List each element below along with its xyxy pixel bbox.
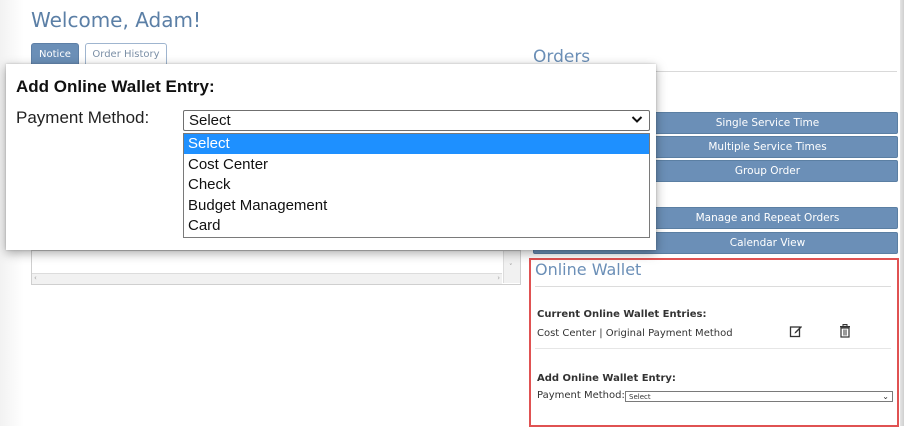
horizontal-scrollbar[interactable]: ‹ › [32,273,502,284]
payment-method-select-value: Select [189,112,231,129]
popup-payment-method-label: Payment Method: [16,108,150,127]
add-wallet-entry-zoom-popup: Add Online Wallet Entry: Payment Method:… [6,64,656,250]
welcome-heading: Welcome, Adam! [31,8,201,32]
online-wallet-divider [535,286,891,287]
payment-method-select-small-value: Select [629,393,651,401]
edit-icon-graphic [789,326,802,338]
scroll-left-icon[interactable]: ‹ [34,274,37,282]
chevron-down-icon: ⌄ [882,392,889,401]
payment-method-label: Payment Method: [537,390,625,401]
payment-method-select[interactable]: Select [183,110,650,131]
chevron-down-icon [631,112,643,130]
vertical-scrollbar[interactable]: ˅ [503,251,520,283]
popup-title: Add Online Wallet Entry: [16,77,215,96]
current-entries-heading: Current Online Wallet Entries: [537,309,707,320]
chevron-down-icon-graphic [631,116,643,123]
online-wallet-panel: Online Wallet Current Online Wallet Entr… [529,258,899,427]
option-card[interactable]: Card [184,216,649,236]
notice-panel: ‹ › ˅ [31,250,521,285]
option-cost-center[interactable]: Cost Center [184,155,649,175]
trash-icon-graphic [840,324,850,338]
option-budget-management[interactable]: Budget Management [184,196,649,216]
scroll-right-icon[interactable]: › [497,274,500,282]
payment-method-select-small[interactable]: Select ⌄ [625,391,893,402]
payment-method-dropdown: Select Cost Center Check Budget Manageme… [183,133,650,238]
scroll-down-icon[interactable]: ˅ [509,263,513,271]
option-check[interactable]: Check [184,175,649,195]
add-entry-heading: Add Online Wallet Entry: [537,373,676,384]
trash-icon[interactable] [839,324,851,342]
online-wallet-title: Online Wallet [535,260,642,279]
edit-icon[interactable] [789,324,803,342]
wallet-section-divider [535,348,891,349]
wallet-entry-text: Cost Center | Original Payment Method [537,328,733,339]
option-select[interactable]: Select [184,134,649,154]
